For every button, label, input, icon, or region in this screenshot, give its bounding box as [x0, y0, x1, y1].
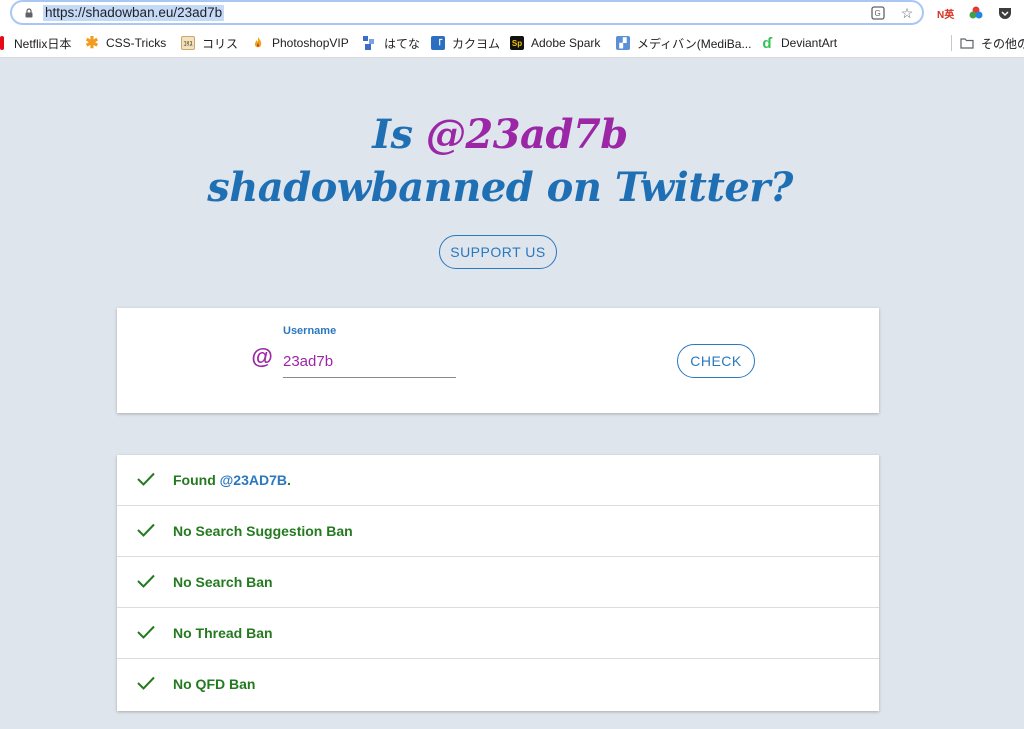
- bookmark-photoshopvip[interactable]: PhotoshopVIP: [251, 34, 349, 52]
- bookmarks-bar: Netflix日本 ✱ CSS-Tricks ｺﾘｽ コリス Photoshop…: [0, 28, 1024, 58]
- color-circles-icon[interactable]: [968, 4, 984, 22]
- spark-icon: Sp: [510, 36, 524, 50]
- translate-icon[interactable]: G: [869, 4, 887, 22]
- checkmark-icon: [137, 472, 155, 486]
- result-text: No Search Ban: [173, 574, 273, 590]
- bookmark-medibang[interactable]: ▞ メディバン(MediBa...: [616, 34, 751, 52]
- kakuyomu-icon: 「: [431, 36, 445, 50]
- support-us-button[interactable]: SUPPORT US: [439, 235, 557, 269]
- deviantart-icon: ɗ: [762, 34, 772, 52]
- svg-text:G: G: [875, 9, 881, 18]
- checkmark-icon: [137, 625, 155, 639]
- bookmark-netflix[interactable]: Netflix日本: [0, 34, 71, 52]
- pocket-icon[interactable]: [997, 4, 1013, 22]
- result-text: No Thread Ban: [173, 625, 273, 641]
- at-symbol: @: [251, 344, 273, 369]
- result-row-search-ban: No Search Ban: [117, 557, 879, 608]
- checkmark-icon: [137, 676, 155, 690]
- omnibox[interactable]: https://shadowban.eu/23ad7b G ☆: [10, 0, 924, 25]
- lock-icon[interactable]: [24, 8, 34, 18]
- checkmark-icon: [137, 523, 155, 537]
- coliss-icon: ｺﾘｽ: [181, 36, 195, 50]
- results-card: Found @23AD7B. No Search Suggestion Ban …: [117, 455, 879, 711]
- username-search-card: @ Username CHECK: [117, 308, 879, 413]
- bookmark-other-folder[interactable]: その他の: [960, 34, 1024, 52]
- star-icon[interactable]: ☆: [898, 4, 916, 22]
- netflix-icon: [0, 36, 4, 50]
- checkmark-icon: [137, 574, 155, 588]
- folder-icon: [960, 36, 974, 50]
- bookmark-coliss[interactable]: ｺﾘｽ コリス: [181, 34, 238, 52]
- result-text: Found @23AD7B.: [173, 472, 291, 488]
- result-row-qfd-ban: No QFD Ban: [117, 659, 879, 710]
- page-title-line-2: shadowbanned on Twitter?: [207, 164, 793, 211]
- result-row-thread-ban: No Thread Ban: [117, 608, 879, 659]
- username-input[interactable]: [283, 346, 456, 378]
- result-text: No Search Suggestion Ban: [173, 523, 353, 539]
- result-row-search-suggestion-ban: No Search Suggestion Ban: [117, 506, 879, 557]
- medibang-icon: ▞: [616, 36, 630, 50]
- username-label: Username: [283, 325, 337, 337]
- found-username: @23AD7B: [219, 472, 287, 488]
- result-text: No QFD Ban: [173, 676, 256, 692]
- result-row-found: Found @23AD7B.: [117, 455, 879, 506]
- bookmark-css-tricks[interactable]: ✱ CSS-Tricks: [85, 34, 166, 52]
- asterisk-icon: ✱: [85, 35, 99, 52]
- bookmark-kakuyomu[interactable]: 「 カクヨム: [431, 34, 500, 52]
- bookmarks-divider: [951, 35, 952, 51]
- address-bar: https://shadowban.eu/23ad7b G ☆ N英: [0, 0, 1024, 28]
- bookmark-adobe-spark[interactable]: Sp Adobe Spark: [510, 34, 600, 52]
- bookmark-hatena[interactable]: はてな: [363, 34, 420, 52]
- bookmark-deviantart[interactable]: ɗ DeviantArt: [760, 34, 837, 52]
- nei-extension-icon[interactable]: N英: [937, 4, 954, 22]
- hatena-icon: [363, 36, 377, 50]
- flame-icon: [251, 36, 265, 50]
- title-handle: @23ad7b: [425, 111, 628, 158]
- url-text[interactable]: https://shadowban.eu/23ad7b: [43, 5, 225, 21]
- page-title-line-1: Is @23ad7b: [372, 111, 628, 158]
- check-button[interactable]: CHECK: [677, 344, 755, 378]
